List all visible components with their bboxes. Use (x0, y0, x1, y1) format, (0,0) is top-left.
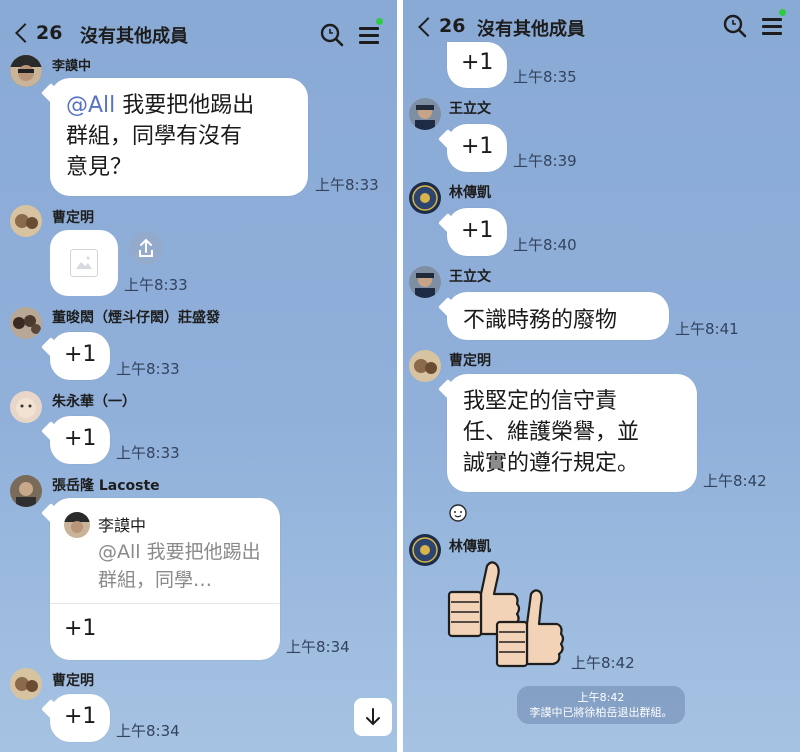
message-line: 意見？ (66, 155, 133, 180)
message-bubble[interactable]: +1 (438, 208, 507, 256)
quoted-message[interactable]: 李謨中 @All 我要把他踢出群組，同學… (50, 498, 280, 604)
message-text: +1 (64, 616, 97, 641)
message-text: +1 (461, 218, 494, 243)
avatar[interactable] (10, 391, 42, 423)
quoted-sender: 李謨中 (98, 516, 147, 535)
message-time: 上午8:39 (513, 152, 577, 170)
sender-name: 曹定明 (52, 673, 94, 689)
system-notice: 上午8:42 李謨中已將徐柏岳退出群組。 (517, 686, 685, 724)
system-notice-text: 李謨中已將徐柏岳退出群組。 (529, 706, 673, 719)
message-text: +1 (64, 426, 97, 451)
sender-name: 董晙閎（煙斗仔閎）莊盛發 (52, 310, 220, 326)
message-line: 任、維護榮譽，並 (463, 420, 640, 445)
sender-name: 林傳凱 (449, 539, 491, 555)
avatar[interactable] (10, 668, 42, 700)
chat-title: 沒有其他成員 (80, 26, 188, 47)
message-text: +1 (64, 342, 97, 367)
avatar[interactable] (409, 266, 441, 298)
left-chat-screen: 26 沒有其他成員 李謨中 @All 我要把他踢出 群組，同學有沒有 意見？ 上… (0, 0, 397, 752)
sender-name: 朱永華（一） (52, 394, 136, 410)
unread-count[interactable]: 26 (439, 15, 465, 37)
reaction-icon[interactable] (447, 502, 469, 522)
sender-name: 王立文 (449, 269, 491, 285)
reply-bubble[interactable]: 李謨中 @All 我要把他踢出群組，同學… +1 (41, 498, 280, 660)
share-icon (139, 238, 153, 257)
avatar[interactable] (10, 475, 42, 507)
scroll-down-button[interactable] (354, 698, 392, 736)
avatar[interactable] (409, 534, 441, 566)
sender-name: 林傳凱 (449, 185, 491, 201)
message-time: 上午8:33 (116, 360, 180, 378)
message-bubble[interactable]: 我堅定的信守責 任、維護榮譽，並 誠實的遵行規定。 (438, 374, 697, 492)
message-text: +1 (64, 704, 97, 729)
message-time: 上午8:35 (513, 68, 577, 86)
image-placeholder-icon (70, 249, 98, 277)
message-bubble[interactable]: @All 我要把他踢出 群組，同學有沒有 意見？ (41, 78, 308, 196)
sender-name: 李謨中 (52, 59, 92, 74)
message-time: 上午8:42 (703, 472, 767, 490)
message-line: @All 我要把他踢出 (66, 93, 254, 118)
message-time: 上午8:33 (315, 176, 379, 194)
message-time: 上午8:34 (116, 722, 180, 740)
mention-all[interactable]: @All (66, 93, 115, 118)
message-bubble[interactable]: +1 (41, 416, 110, 464)
avatar[interactable] (10, 55, 42, 87)
sender-name: 張岳隆 Lacoste (52, 478, 160, 494)
message-bubble[interactable]: +1 (438, 124, 507, 172)
message-text: +1 (461, 134, 494, 159)
message-bubble[interactable]: +1 (447, 42, 507, 88)
message-bubble[interactable]: +1 (41, 694, 110, 742)
message-time: 上午8:40 (513, 236, 577, 254)
avatar (64, 512, 90, 538)
avatar[interactable] (10, 307, 42, 339)
avatar[interactable] (409, 182, 441, 214)
message-text: 不識時務的廢物 (463, 308, 618, 333)
sender-name: 曹定明 (52, 210, 94, 226)
message-text: +1 (461, 50, 494, 75)
message-time: 上午8:42 (571, 654, 635, 672)
hamburger-menu-icon[interactable] (760, 9, 786, 39)
message-line: 誠實的遵行規定。 (463, 451, 640, 476)
avatar[interactable] (10, 205, 42, 237)
message-line: 群組，同學有沒有 (66, 124, 243, 149)
system-notice-time: 上午8:42 (577, 691, 625, 704)
sender-name: 王立文 (449, 101, 491, 117)
message-bubble[interactable]: 不識時務的廢物 (438, 292, 669, 340)
chat-title: 沒有其他成員 (477, 19, 585, 40)
message-line: 我堅定的信守責 (463, 389, 618, 414)
image-message[interactable] (50, 230, 118, 296)
double-thumbs-up-sticker[interactable] (447, 558, 565, 670)
hamburger-menu-icon[interactable] (357, 18, 383, 48)
quoted-text: @All 我要把他踢出群組，同學… (98, 541, 261, 591)
message-time: 上午8:41 (675, 320, 739, 338)
search-icon[interactable] (319, 22, 345, 48)
right-chat-screen: 26 沒有其他成員 +1 上午8:35 王立文 +1 上午8:39 林傳凱 +1… (403, 0, 800, 752)
share-button[interactable] (129, 231, 163, 265)
message-bubble[interactable]: +1 (41, 332, 110, 380)
message-time: 上午8:33 (124, 276, 188, 294)
search-icon[interactable] (722, 13, 748, 39)
message-time: 上午8:33 (116, 444, 180, 462)
avatar[interactable] (409, 98, 441, 130)
online-dot (779, 9, 786, 16)
message-line-rest: 我要把他踢出 (115, 93, 255, 118)
online-dot (376, 18, 383, 25)
avatar[interactable] (409, 350, 441, 382)
sender-name: 曹定明 (449, 353, 491, 369)
chevron-left-icon[interactable] (15, 23, 35, 43)
chevron-left-icon[interactable] (418, 17, 438, 37)
unread-count[interactable]: 26 (36, 22, 62, 44)
arrow-down-icon (366, 708, 380, 726)
message-time: 上午8:34 (286, 638, 350, 656)
